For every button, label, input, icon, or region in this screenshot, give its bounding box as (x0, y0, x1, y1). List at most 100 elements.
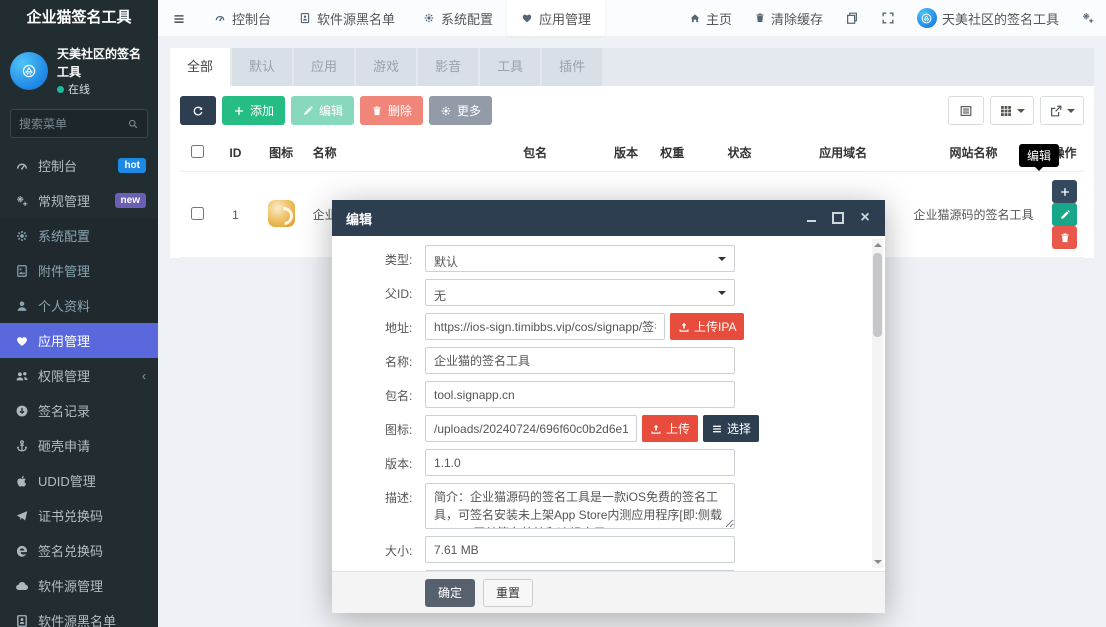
clear-cache-button[interactable]: 清除缓存 (743, 0, 834, 36)
sidebar-item-attachments[interactable]: 附件管理 (0, 253, 158, 288)
gear-icon (424, 13, 434, 23)
sidebar-item-general[interactable]: 常规管理 new (0, 183, 158, 218)
sidebar-item-cert-codes[interactable]: 证书兑换码 (0, 498, 158, 533)
choose-icon-button[interactable]: 选择 (703, 415, 760, 442)
col-id: ID (215, 134, 256, 172)
tab-plugin[interactable]: 插件 (542, 48, 603, 86)
delete-button[interactable]: 删除 (360, 96, 424, 125)
version-input[interactable] (425, 449, 735, 476)
tab-default[interactable]: 默认 (232, 48, 293, 86)
chevron-left-icon: ‹ (142, 368, 146, 383)
maximize-icon[interactable] (832, 212, 844, 224)
search-icon (128, 119, 138, 128)
copy-window-button[interactable] (834, 0, 870, 36)
scrollbar-thumb[interactable] (873, 253, 882, 337)
field-label-desc: 描述: (385, 491, 413, 505)
icon-path-input[interactable] (425, 415, 637, 442)
scroll-down-icon[interactable] (872, 556, 883, 568)
reset-button[interactable]: 重置 (483, 578, 534, 607)
upload-icon (679, 321, 689, 332)
edit-button[interactable]: 编辑 (291, 96, 355, 125)
scroll-up-icon[interactable] (872, 239, 883, 251)
minimize-icon[interactable] (805, 212, 817, 224)
user-icon (12, 298, 31, 314)
tab-app[interactable]: 应用 (294, 48, 355, 86)
hot-badge: hot (118, 158, 146, 173)
parent-id-select[interactable]: 无 (425, 279, 735, 306)
field-label-icon: 图标: (385, 423, 413, 437)
sidebar-item-shell-requests[interactable]: 砸壳申请 (0, 428, 158, 463)
plus-icon (235, 106, 243, 115)
sidebar-item-dashboard[interactable]: 控制台 hot (0, 148, 158, 183)
sidebar-item-sign-records[interactable]: 签名记录 (0, 393, 158, 428)
row-delete-button[interactable] (1052, 226, 1077, 249)
weight-input[interactable] (425, 570, 735, 571)
close-icon[interactable] (859, 212, 871, 224)
sidebar-item-system-config[interactable]: 系统配置 (0, 218, 158, 253)
category-tabs: 全部 默认 应用 游戏 影音 工具 插件 (170, 48, 1094, 86)
dialog-scrollbar[interactable] (872, 239, 883, 568)
more-button[interactable]: 更多 (429, 96, 493, 125)
user-avatar (10, 52, 48, 90)
topnav-tab-dashboard[interactable]: 控制台 (200, 0, 285, 36)
add-button[interactable]: 添加 (222, 96, 286, 125)
url-input[interactable] (425, 313, 665, 340)
sidebar-item-permissions[interactable]: 权限管理 ‹ (0, 358, 158, 393)
topnav-tab-system-config[interactable]: 系统配置 (409, 0, 507, 36)
row-add-button[interactable] (1052, 180, 1077, 203)
col-version: 版本 (602, 134, 650, 172)
columns-dropdown-button[interactable] (990, 96, 1034, 125)
sidebar-search[interactable] (10, 109, 148, 138)
refresh-button[interactable] (180, 96, 216, 125)
sidebar-item-source-management[interactable]: 软件源管理 (0, 568, 158, 603)
user-menu[interactable]: 天美社区的签名工具 (906, 0, 1070, 36)
paper-plane-icon (12, 508, 31, 524)
hamburger-menu-icon[interactable] (158, 10, 200, 26)
dialog-header[interactable]: 编辑 (332, 200, 885, 236)
package-input[interactable] (425, 381, 735, 408)
edit-tooltip: 编辑 (1019, 144, 1060, 171)
upload-icon (651, 423, 661, 434)
trash-icon (373, 106, 381, 115)
sidebar-item-sign-codes[interactable]: 签名兑换码 (0, 533, 158, 568)
table-toolbar: 添加 编辑 删除 更多 (180, 94, 1084, 134)
gear-icon (441, 105, 451, 116)
file-image-icon (12, 263, 31, 279)
sidebar: 企业猫签名工具 天美社区的签名工具 在线 控制台 hot 常规管理 new 系统… (0, 0, 158, 627)
export-dropdown-button[interactable] (1040, 96, 1084, 125)
tab-tool[interactable]: 工具 (480, 48, 541, 86)
upload-icon-button[interactable]: 上传 (642, 415, 699, 442)
topnav-tab-source-blacklist[interactable]: 软件源黑名单 (285, 0, 409, 36)
gauge-icon (215, 15, 225, 22)
fullscreen-button[interactable] (870, 0, 906, 36)
sidebar-item-app-management[interactable]: 应用管理 (0, 323, 158, 358)
row-edit-button[interactable] (1052, 203, 1077, 226)
toggle-view-button[interactable] (948, 96, 984, 125)
confirm-button[interactable]: 确定 (425, 578, 476, 607)
type-select[interactable]: 默认 (425, 245, 735, 272)
settings-menu[interactable] (1070, 0, 1106, 36)
field-label-size: 大小: (385, 544, 413, 558)
name-input[interactable] (425, 347, 735, 374)
search-input[interactable] (19, 116, 127, 131)
topnav-tab-app-management[interactable]: 应用管理 (507, 0, 606, 36)
home-link[interactable]: 主页 (678, 0, 743, 36)
description-textarea[interactable]: 简介：企业猫源码的签名工具是一款iOS免费的签名工具，可签名安装未上架App S… (425, 483, 735, 529)
field-label-weight: 权重: (385, 570, 425, 571)
field-label-type: 类型: (385, 253, 413, 267)
sidebar-item-profile[interactable]: 个人资料 (0, 288, 158, 323)
heart-icon (522, 14, 532, 23)
row-checkbox[interactable] (191, 206, 205, 220)
sidebar-item-udid[interactable]: UDID管理 (0, 463, 158, 498)
size-input[interactable] (425, 536, 735, 563)
trash-icon (1060, 233, 1069, 242)
dialog-footer: 确定 重置 (332, 571, 885, 613)
tab-all[interactable]: 全部 (170, 48, 231, 86)
tab-game[interactable]: 游戏 (356, 48, 417, 86)
upload-ipa-button[interactable]: 上传IPA (670, 313, 745, 340)
select-all-checkbox[interactable] (191, 144, 205, 158)
online-status: 在线 (57, 81, 148, 97)
col-weight: 权重 (649, 134, 695, 172)
tab-media[interactable]: 影音 (418, 48, 479, 86)
sidebar-item-source-blacklist[interactable]: 软件源黑名单 (0, 603, 158, 627)
